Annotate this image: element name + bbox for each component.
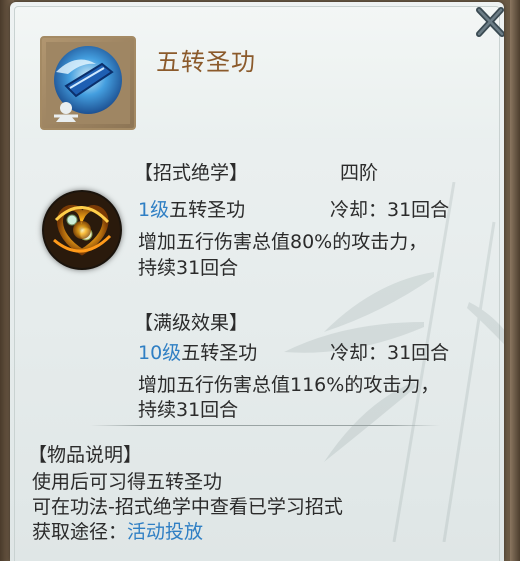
skill-current-cooldown: 冷却：31回合 [330,199,450,221]
skill-max-line: 10级五转圣功 [138,338,257,365]
skill-max-cooldown: 冷却：31回合 [330,342,450,364]
golden-swirl-skill-icon [44,192,120,268]
skill-icon-frame [42,190,122,270]
item-icon-frame [40,36,136,130]
skill-max-level: 10级 [138,342,182,364]
skill-current-line: 1级五转圣功 [138,195,245,222]
skill-section-label: 【招式绝学】 [134,162,249,184]
background-right-edge [510,0,520,561]
close-button[interactable] [470,4,504,40]
item-title: 五转圣功 [156,48,256,76]
source-label: 获取途径： [32,521,128,543]
close-icon [476,7,504,37]
skill-tier: 四阶 [340,162,379,184]
skill-max-desc-line2: 持续31回合 [138,399,239,421]
skill-max-desc-line1: 增加五行伤害总值116%的攻击力， [138,374,440,396]
max-effect-section-label: 【满级效果】 [134,312,249,334]
skill-book-icon [46,42,130,124]
description-line1: 使用后可习得五转圣功 [32,471,223,493]
description-section-label: 【物品说明】 [28,444,143,466]
skill-current-desc-line1: 增加五行伤害总值80%的攻击力， [138,231,428,253]
skill-current-desc-line2: 持续31回合 [138,257,239,279]
skill-max-name: 五转圣功 [181,342,258,364]
description-line2: 可在功法-招式绝学中查看已学习招式 [32,496,343,518]
skill-current-name: 五转圣功 [169,199,246,221]
item-tooltip-panel: 五转圣功 【招式绝学】 四阶 1级五转圣功 冷却：31回合 增加五行伤害总值80… [10,2,504,561]
skill-current-level: 1级 [138,199,170,221]
section-divider [90,425,440,426]
source-link[interactable]: 活动投放 [127,521,203,543]
source-line: 获取途径：活动投放 [32,517,203,544]
